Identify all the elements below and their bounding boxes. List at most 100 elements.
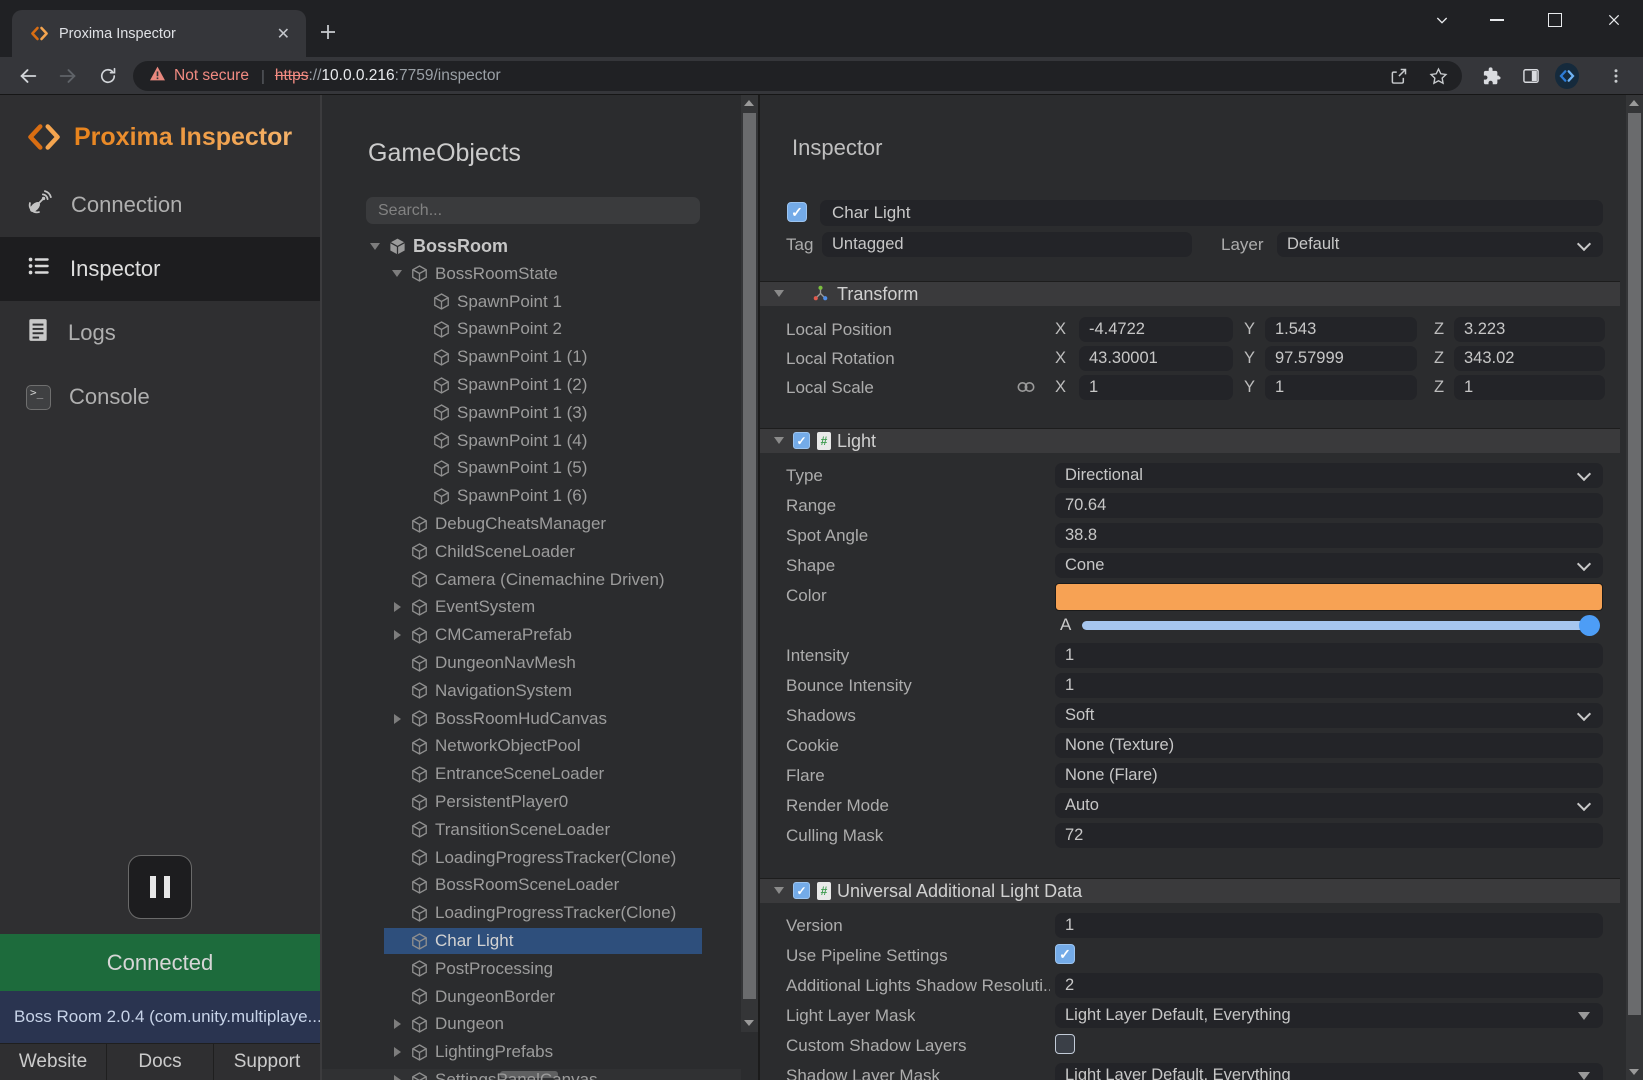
window-maximize-button[interactable]	[1541, 8, 1569, 32]
shape-dropdown[interactable]: Cone	[1055, 553, 1603, 578]
scroll-down-icon[interactable]	[1629, 1069, 1639, 1075]
tree-scrollbar[interactable]	[741, 95, 758, 1032]
tree-item-bossroomstate[interactable]: BossRoomState	[322, 260, 740, 288]
tree-item-loadingprogresstracker-clone[interactable]: LoadingProgressTracker(Clone)	[322, 844, 740, 872]
sidebar-item-console[interactable]: >_ Console	[0, 365, 320, 429]
expand-arrow-down-icon[interactable]	[368, 239, 382, 253]
sidebar-item-logs[interactable]: Logs	[0, 301, 320, 365]
local-scale-x-field[interactable]: 1	[1079, 375, 1233, 400]
spot-angle-field[interactable]: 38.8	[1055, 523, 1603, 548]
docs-link[interactable]: Docs	[106, 1044, 213, 1080]
cookie-field[interactable]: None (Texture)	[1055, 733, 1603, 758]
sidebar-item-connection[interactable]: Connection	[0, 173, 320, 237]
scroll-up-icon[interactable]	[1629, 100, 1639, 106]
gameobject-enabled-checkbox[interactable]: ✓	[787, 202, 807, 222]
tree-item-postprocessing[interactable]: PostProcessing	[322, 955, 740, 983]
light-section-header[interactable]: ✓ # Light	[760, 428, 1620, 453]
expand-arrow-down-icon[interactable]	[390, 267, 404, 281]
browser-tab[interactable]: Proxima Inspector ✕	[12, 10, 306, 57]
tree-item-dungeonborder[interactable]: DungeonBorder	[322, 983, 740, 1011]
address-bar[interactable]: Not secure | https :// 10.0.0.216 :7759/…	[133, 61, 1462, 91]
tag-field[interactable]: Untagged	[822, 232, 1192, 257]
forward-button[interactable]	[56, 64, 80, 88]
expand-arrow-right-icon[interactable]	[390, 628, 404, 642]
component-enabled-checkbox[interactable]: ✓	[793, 882, 810, 899]
tree-item-bossroom[interactable]: BossRoom	[322, 232, 740, 260]
proxima-extension-icon[interactable]	[1555, 64, 1579, 88]
local-scale-z-field[interactable]: 1	[1454, 375, 1605, 400]
link-scale-icon[interactable]	[1016, 380, 1036, 399]
tree-item-lightingprefabs[interactable]: LightingPrefabs	[322, 1038, 740, 1066]
local-position-y-field[interactable]: 1.543	[1265, 317, 1417, 342]
expand-arrow-right-icon[interactable]	[390, 1017, 404, 1031]
pause-button[interactable]	[128, 855, 192, 919]
collapse-arrow-icon[interactable]	[774, 437, 784, 444]
scrollbar-thumb[interactable]	[1628, 113, 1641, 1015]
expand-arrow-right-icon[interactable]	[390, 712, 404, 726]
intensity-field[interactable]: 1	[1055, 643, 1603, 668]
scroll-down-icon[interactable]	[744, 1020, 754, 1026]
scroll-up-icon[interactable]	[744, 100, 754, 106]
tree-item-navigationsystem[interactable]: NavigationSystem	[322, 677, 740, 705]
tree-item-dungeonnavmesh[interactable]: DungeonNavMesh	[322, 649, 740, 677]
tree-item-loadingprogresstracker-clone[interactable]: LoadingProgressTracker(Clone)	[322, 899, 740, 927]
custom-shadow-layers-checkbox[interactable]	[1055, 1034, 1075, 1054]
tree-item-bossroomsceneloader[interactable]: BossRoomSceneLoader	[322, 871, 740, 899]
version-field[interactable]: 1	[1055, 913, 1603, 938]
render-mode-dropdown[interactable]: Auto	[1055, 793, 1603, 818]
tree-item-childsceneloader[interactable]: ChildSceneLoader	[322, 538, 740, 566]
component-enabled-checkbox[interactable]: ✓	[793, 432, 810, 449]
alpha-slider[interactable]	[1082, 621, 1596, 630]
not-secure-label[interactable]: Not secure	[174, 67, 249, 85]
local-scale-y-field[interactable]: 1	[1265, 375, 1417, 400]
gameobject-name-field[interactable]: Char Light	[820, 200, 1603, 226]
shadow-layer-mask-dropdown[interactable]: Light Layer Default, Everything	[1055, 1063, 1603, 1080]
tree-item-persistentplayer0[interactable]: PersistentPlayer0	[322, 788, 740, 816]
tab-search-chevron-icon[interactable]	[1428, 8, 1456, 32]
tree-item-eventsystem[interactable]: EventSystem	[322, 593, 740, 621]
collapse-arrow-icon[interactable]	[774, 887, 784, 894]
tree-item-spawnpoint-1[interactable]: SpawnPoint 1	[322, 288, 740, 316]
type-dropdown[interactable]: Directional	[1055, 463, 1603, 488]
slider-thumb[interactable]	[1579, 615, 1600, 636]
sidebar-item-inspector[interactable]: Inspector	[0, 237, 320, 301]
window-close-button[interactable]	[1600, 8, 1628, 32]
bounce-intensity-field[interactable]: 1	[1055, 673, 1603, 698]
scrollbar-thumb[interactable]	[743, 113, 756, 999]
tree-item-spawnpoint-1-4[interactable]: SpawnPoint 1 (4)	[322, 427, 740, 455]
tree-item-spawnpoint-1-5[interactable]: SpawnPoint 1 (5)	[322, 454, 740, 482]
side-panel-icon[interactable]	[1519, 64, 1543, 88]
share-icon[interactable]	[1386, 64, 1410, 88]
expand-arrow-right-icon[interactable]	[390, 600, 404, 614]
additional-lights-shadow-resoluti-field[interactable]: 2	[1055, 973, 1603, 998]
tree-item-debugcheatsmanager[interactable]: DebugCheatsManager	[322, 510, 740, 538]
support-link[interactable]: Support	[213, 1044, 320, 1080]
expand-arrow-right-icon[interactable]	[390, 1073, 404, 1080]
browser-menu-icon[interactable]	[1604, 64, 1628, 88]
local-position-x-field[interactable]: -4.4722	[1079, 317, 1233, 342]
extensions-puzzle-icon[interactable]	[1479, 64, 1503, 88]
back-button[interactable]	[16, 64, 40, 88]
tree-item-camera-cinemachine-driven[interactable]: Camera (Cinemachine Driven)	[322, 566, 740, 594]
local-rotation-z-field[interactable]: 343.02	[1454, 346, 1605, 371]
range-field[interactable]: 70.64	[1055, 493, 1603, 518]
flare-field[interactable]: None (Flare)	[1055, 763, 1603, 788]
layer-dropdown[interactable]: Default	[1277, 232, 1603, 257]
local-rotation-x-field[interactable]: 43.30001	[1079, 346, 1233, 371]
tree-item-spawnpoint-2[interactable]: SpawnPoint 2	[322, 315, 740, 343]
transform-section-header[interactable]: Transform	[760, 281, 1620, 306]
bookmark-star-icon[interactable]	[1426, 64, 1450, 88]
tree-item-spawnpoint-1-6[interactable]: SpawnPoint 1 (6)	[322, 482, 740, 510]
use-pipeline-settings-checkbox[interactable]: ✓	[1055, 944, 1075, 964]
tab-close-icon[interactable]: ✕	[271, 22, 296, 46]
inspector-scrollbar[interactable]	[1626, 95, 1643, 1080]
tree-item-spawnpoint-1-2[interactable]: SpawnPoint 1 (2)	[322, 371, 740, 399]
tree-item-spawnpoint-1-3[interactable]: SpawnPoint 1 (3)	[322, 399, 740, 427]
tree-item-transitionsceneloader[interactable]: TransitionSceneLoader	[322, 816, 740, 844]
tree-item-entrancesceneloader[interactable]: EntranceSceneLoader	[322, 760, 740, 788]
light-color-swatch[interactable]	[1055, 583, 1603, 611]
tree-item-char-light[interactable]: Char Light	[322, 927, 740, 955]
local-position-z-field[interactable]: 3.223	[1454, 317, 1605, 342]
culling-mask-field[interactable]: 72	[1055, 823, 1603, 848]
expand-arrow-right-icon[interactable]	[390, 1045, 404, 1059]
